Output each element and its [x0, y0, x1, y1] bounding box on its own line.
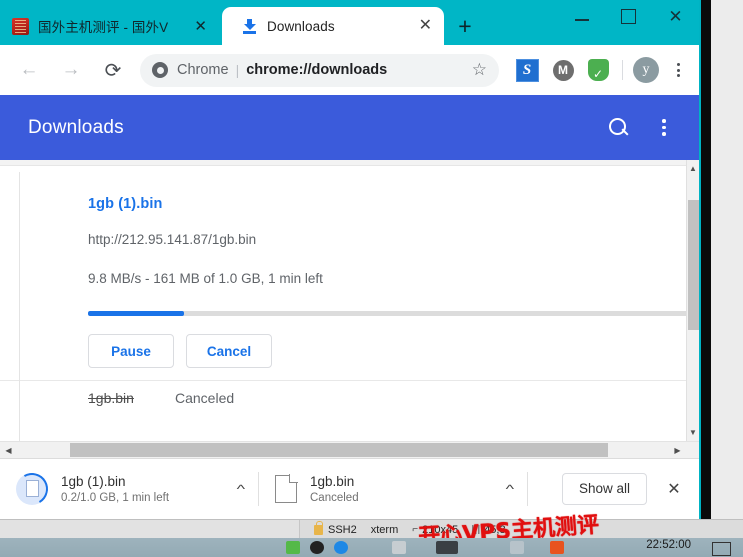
- shelf-item-canceled[interactable]: 1gb.bin Canceled ^: [259, 459, 527, 518]
- ssh-status-bar: SSH2 xterm ⌐ 210x45 45,3: [0, 519, 743, 539]
- card-divider: [19, 382, 20, 441]
- chevron-up-icon[interactable]: ^: [237, 482, 245, 496]
- download-url: http://212.95.141.87/1gb.bin: [88, 232, 257, 247]
- taskbar-icon-3[interactable]: [334, 541, 348, 554]
- scroll-right-arrow[interactable]: ▶: [669, 442, 686, 458]
- download-item-canceled[interactable]: 1gb.bin Canceled: [0, 382, 690, 441]
- browser-toolbar: ← → ⟳ Chrome | chrome://downloads ☆ S M …: [0, 45, 699, 95]
- tab-downloads[interactable]: Downloads ✕: [222, 7, 444, 45]
- vertical-scrollbar-thumb[interactable]: [688, 200, 699, 330]
- shelf-status: Canceled: [310, 491, 359, 504]
- chevron-up-icon[interactable]: ^: [506, 482, 514, 496]
- back-button[interactable]: ←: [12, 53, 46, 87]
- tab-close-icon[interactable]: ✕: [419, 18, 432, 34]
- taskbar-clock[interactable]: 22:52:00: [646, 539, 691, 551]
- tab-title: 国外主机测评 - 国外V: [38, 20, 169, 35]
- ssh-terminal-type: xterm: [370, 523, 399, 536]
- cancel-button[interactable]: Cancel: [186, 334, 272, 368]
- ssh-status-left-pane: [0, 520, 300, 539]
- new-tab-button[interactable]: +: [452, 14, 478, 40]
- download-item-info: 1gb (1).bin http://212.95.141.87/1gb.bin…: [88, 196, 323, 286]
- s-extension-icon[interactable]: S: [513, 56, 541, 84]
- more-vertical-icon[interactable]: [653, 119, 675, 136]
- tab-title: Downloads: [267, 18, 335, 34]
- taskbar-icon-2[interactable]: [310, 541, 324, 554]
- adguard-shield-icon[interactable]: ✓: [585, 56, 613, 84]
- shelf-item-active[interactable]: 1gb (1).bin 0.2/1.0 GB, 1 min left ^: [0, 459, 258, 518]
- download-progress-bar: [88, 311, 688, 316]
- screen: 国外主机测评 - 国外V ✕ Downloads ✕ + ✕ ← → ⟳ Chr…: [0, 0, 743, 557]
- tab-cn-site[interactable]: 国外主机测评 - 国外V ✕: [0, 7, 219, 45]
- download-filename[interactable]: 1gb.bin: [88, 390, 134, 406]
- taskbar-icon-6[interactable]: [510, 541, 524, 554]
- scroll-down-arrow[interactable]: ▼: [687, 424, 699, 441]
- browser-menu-button[interactable]: [665, 63, 691, 77]
- card-divider: [19, 172, 20, 387]
- file-progress-icon: [16, 472, 48, 505]
- page-title: Downloads: [28, 116, 124, 138]
- download-actions: Pause Cancel: [88, 334, 272, 368]
- reload-button[interactable]: ⟳: [96, 53, 130, 87]
- shelf-status: 0.2/1.0 GB, 1 min left: [61, 491, 170, 504]
- m-extension-icon[interactable]: M: [549, 56, 577, 84]
- taskbar-icon-4[interactable]: [392, 541, 406, 554]
- bookmark-star-icon[interactable]: ☆: [472, 60, 487, 80]
- omnibox-separator: |: [235, 62, 240, 78]
- shelf-filename: 1gb.bin: [310, 473, 355, 489]
- taskbar-icon-7[interactable]: [550, 541, 564, 554]
- window-controls: ✕: [558, 0, 699, 45]
- download-icon: [242, 18, 257, 34]
- shelf-filename: 1gb (1).bin: [61, 473, 126, 489]
- show-desktop-button[interactable]: [712, 542, 731, 556]
- pause-button[interactable]: Pause: [88, 334, 174, 368]
- downloads-list: 1gb (1).bin http://212.95.141.87/1gb.bin…: [0, 160, 699, 441]
- search-icon[interactable]: [607, 116, 631, 140]
- maximize-button[interactable]: [605, 0, 652, 32]
- taskbar-icon-1[interactable]: [286, 541, 300, 554]
- ssh-connection-status: SSH2: [314, 520, 357, 536]
- taskbar: 22:52:00: [0, 538, 743, 557]
- minimize-button[interactable]: [558, 0, 605, 32]
- shelf-divider: [527, 471, 528, 506]
- download-item-active[interactable]: 1gb (1).bin http://212.95.141.87/1gb.bin…: [0, 166, 690, 387]
- download-filename[interactable]: 1gb (1).bin: [88, 196, 323, 212]
- lock-icon: [314, 520, 323, 535]
- scroll-left-arrow[interactable]: ◀: [0, 442, 17, 458]
- file-icon: [275, 474, 298, 503]
- avatar[interactable]: y: [633, 57, 659, 83]
- address-bar[interactable]: Chrome | chrome://downloads ☆: [140, 53, 499, 87]
- close-shelf-button[interactable]: ✕: [657, 472, 691, 506]
- download-status: Canceled: [175, 390, 235, 406]
- tab-strip: 国外主机测评 - 国外V ✕ Downloads ✕ + ✕: [0, 0, 699, 45]
- scroll-up-arrow[interactable]: ▲: [687, 160, 699, 177]
- close-window-button[interactable]: ✕: [652, 0, 699, 32]
- omnibox-url: chrome://downloads: [246, 62, 388, 78]
- chrome-browser-window: 国外主机测评 - 国外V ✕ Downloads ✕ + ✕ ← → ⟳ Chr…: [0, 0, 701, 519]
- close-icon: ✕: [668, 6, 683, 26]
- downloads-header: Downloads: [0, 95, 699, 160]
- cn-site-favicon: [12, 17, 29, 35]
- forward-button[interactable]: →: [54, 53, 88, 87]
- desktop-right-gutter: [710, 0, 743, 535]
- horizontal-scrollbar[interactable]: ◀ ▶: [0, 441, 699, 458]
- omnibox-scheme-label: Chrome: [177, 62, 229, 78]
- taskbar-icon-5[interactable]: [436, 541, 458, 554]
- chrome-logo-icon: [152, 62, 168, 78]
- tab-close-icon[interactable]: ✕: [194, 19, 207, 34]
- vertical-scrollbar[interactable]: ▲ ▼: [686, 160, 699, 441]
- toolbar-divider: [622, 60, 623, 80]
- download-status: 9.8 MB/s - 161 MB of 1.0 GB, 1 min left: [88, 271, 323, 286]
- show-all-button[interactable]: Show all: [561, 472, 647, 505]
- horizontal-scrollbar-thumb[interactable]: [70, 443, 608, 457]
